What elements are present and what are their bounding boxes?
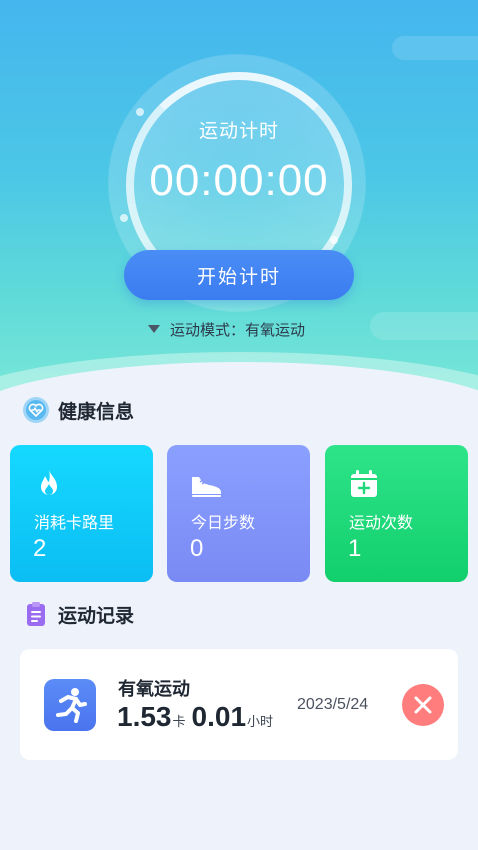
records-section-title: 运动记录 — [22, 600, 134, 628]
calendar-icon — [351, 470, 377, 497]
record-calories: 1.53 — [117, 701, 172, 732]
caret-down-icon — [148, 325, 160, 333]
mode-selector[interactable]: 运动模式：有氧运动 — [148, 318, 305, 340]
steps-card: 今日步数 0 — [167, 445, 310, 582]
record-calories-unit: 卡 — [172, 715, 186, 730]
card-value: 1 — [348, 535, 362, 562]
section-title-text: 运动记录 — [58, 604, 135, 627]
record-hours-unit: 小时 — [247, 715, 274, 730]
ring-dot — [136, 108, 144, 116]
exercise-count-card: 运动次数 1 — [325, 445, 468, 582]
running-icon — [44, 679, 96, 731]
ring-dot — [330, 236, 338, 244]
cloud-decoration — [392, 36, 478, 60]
clipboard-icon — [27, 602, 45, 626]
section-title-text: 健康信息 — [58, 400, 135, 423]
timer-value: 00:00:00 — [149, 156, 329, 205]
ring-dot — [120, 214, 128, 222]
card-value: 0 — [190, 535, 204, 562]
record-hours: 0.01 — [191, 701, 247, 732]
record-date: 2023/5/24 — [297, 696, 369, 713]
heart-pulse-icon — [23, 397, 49, 423]
card-value: 2 — [33, 535, 47, 562]
timer-hero: 运动计时 00:00:00 开始计时 运动模式：有氧运动 — [0, 0, 478, 392]
card-label: 消耗卡路里 — [34, 513, 115, 532]
timer-label: 运动计时 — [198, 120, 279, 142]
close-icon — [414, 696, 432, 714]
card-label: 今日步数 — [191, 513, 256, 532]
health-section-title: 健康信息 — [22, 396, 134, 424]
fire-icon — [41, 470, 57, 495]
record-title: 有氧运动 — [118, 679, 190, 700]
shoe-icon — [192, 477, 221, 497]
card-label: 运动次数 — [349, 513, 414, 532]
exercise-record-item[interactable]: 有氧运动 1.53 卡 0.01 小时 2023/5/24 — [20, 649, 458, 760]
delete-record-button[interactable] — [402, 684, 444, 726]
calories-card: 消耗卡路里 2 — [10, 445, 153, 582]
record-stats: 1.53 卡 0.01 小时 — [117, 701, 279, 733]
mode-text: 运动模式：有氧运动 — [170, 320, 306, 339]
cloud-decoration — [370, 312, 478, 340]
start-timer-button[interactable]: 开始计时 — [124, 250, 354, 300]
